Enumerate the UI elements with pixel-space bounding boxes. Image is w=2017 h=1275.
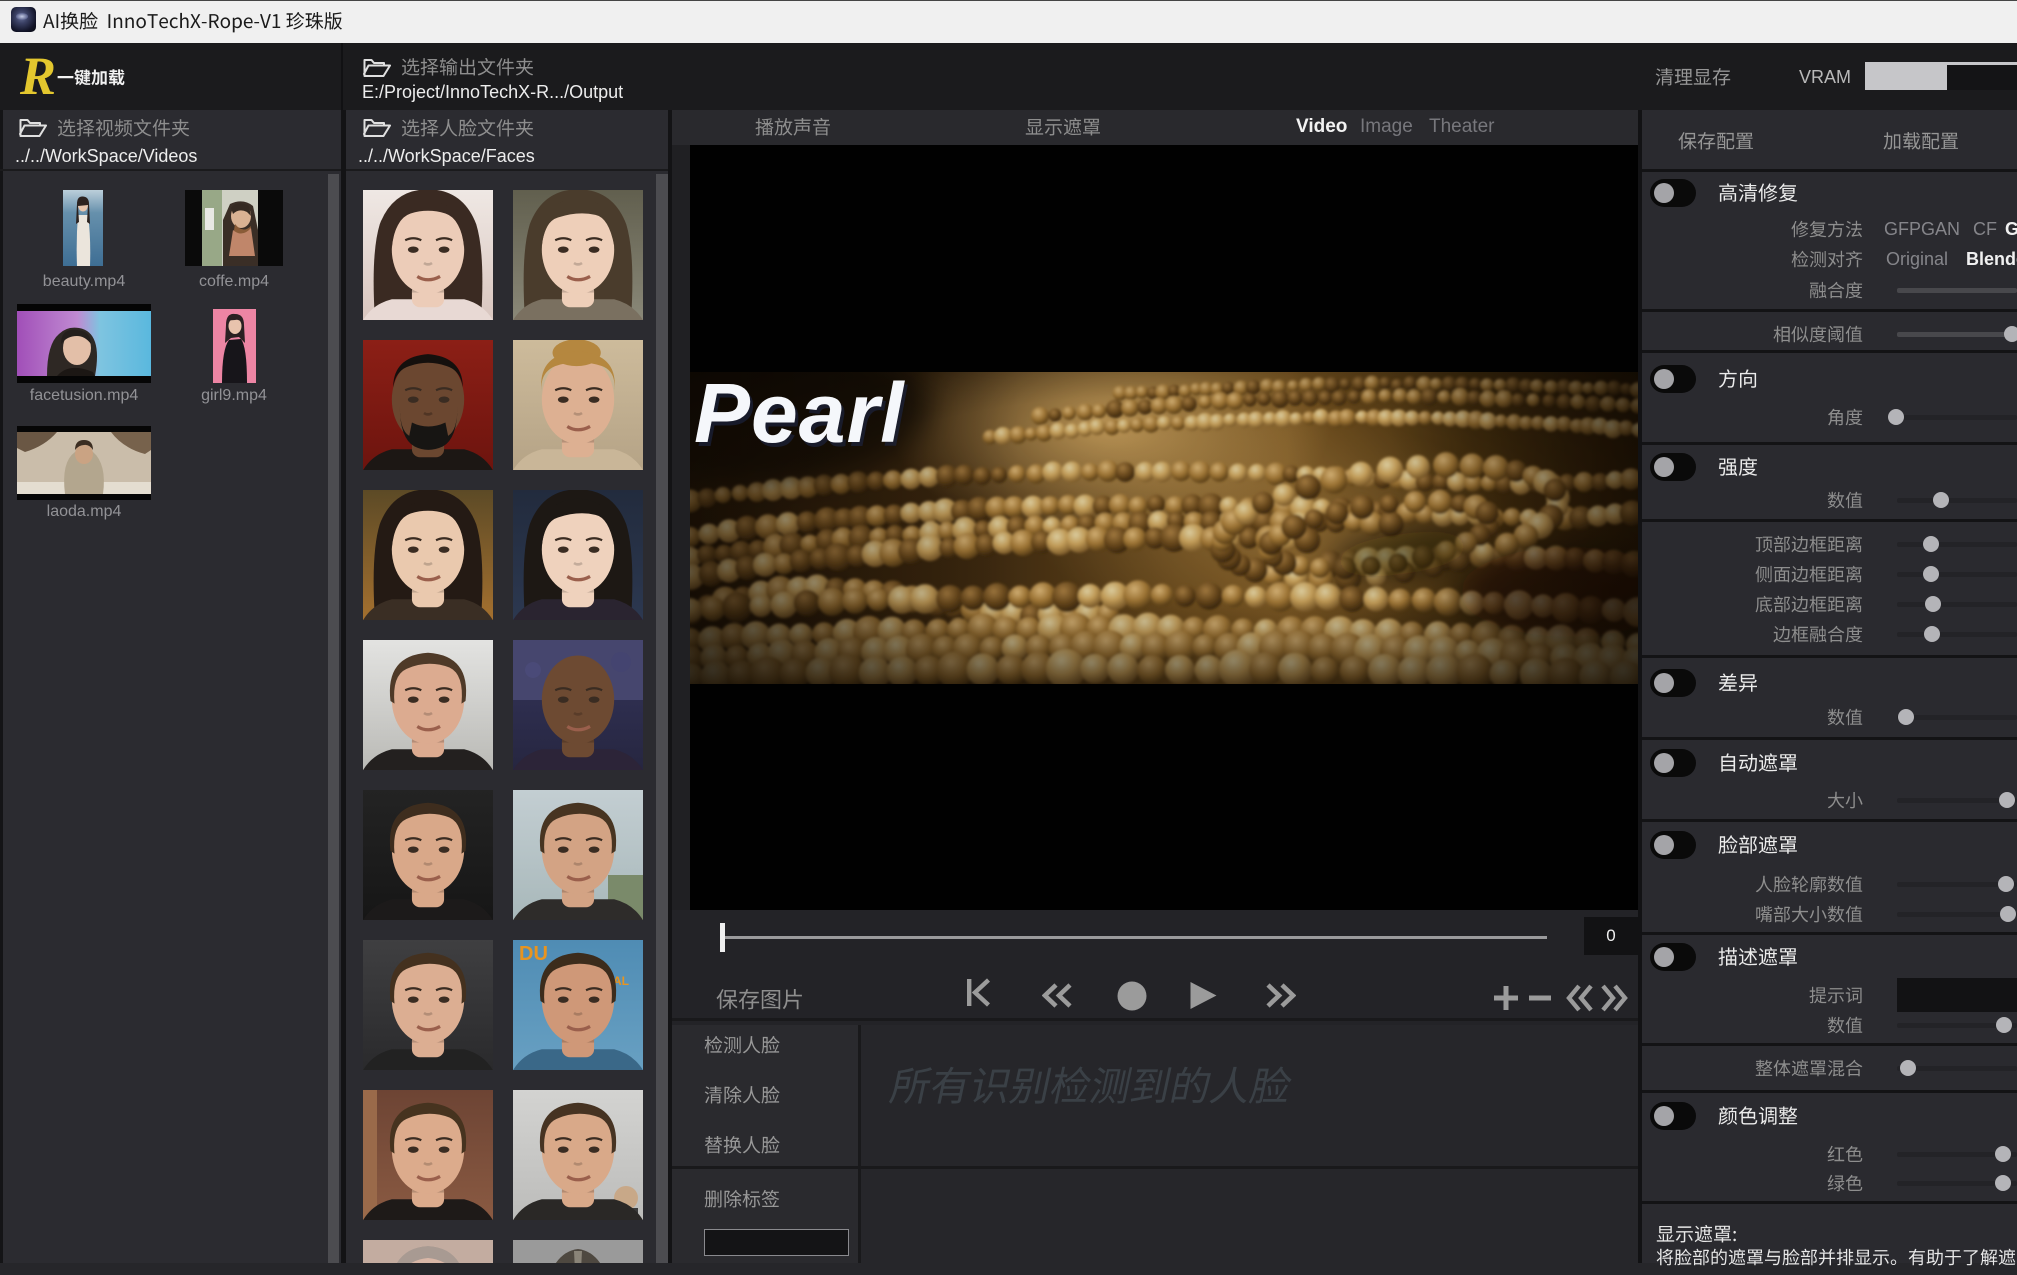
svg-text:DU: DU	[519, 943, 548, 965]
